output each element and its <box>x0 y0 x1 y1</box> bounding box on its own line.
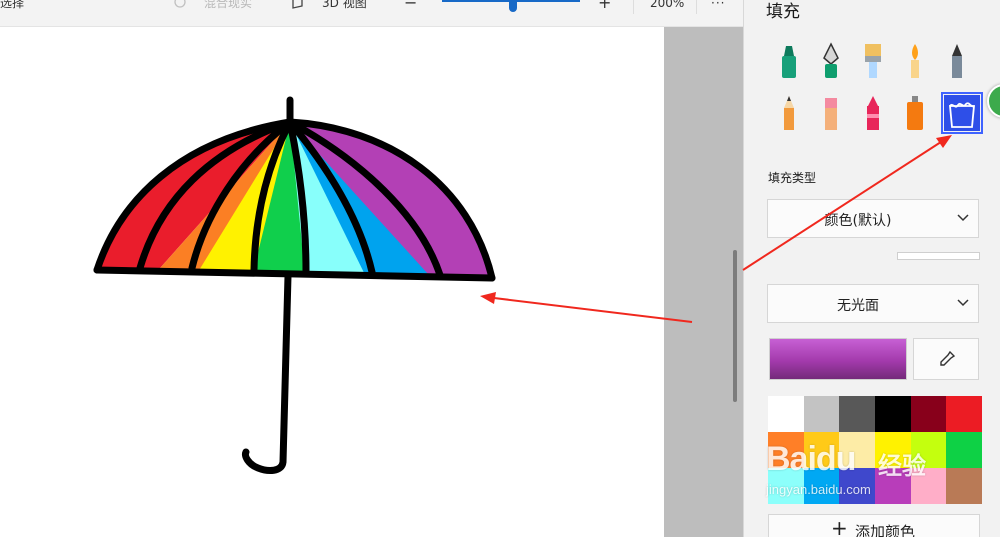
add-color-button[interactable]: + 添加颜色 <box>768 514 980 537</box>
zoom-value-box[interactable]: 200% <box>633 0 697 14</box>
finish-dropdown[interactable]: 无光面 <box>767 284 979 323</box>
baidu-watermark: Baidu 经验 jingyan.baidu.com <box>766 434 966 504</box>
zoom-value: 200% <box>650 0 685 10</box>
add-color-label: 添加颜色 <box>855 523 916 537</box>
color-swatch[interactable] <box>875 396 911 432</box>
watermark-logo: Baidu <box>766 440 856 478</box>
spray-can-button[interactable] <box>894 92 936 134</box>
crayon-button[interactable] <box>852 92 894 134</box>
pencil-icon <box>784 96 794 130</box>
oil-brush-button[interactable] <box>852 40 894 82</box>
select-button[interactable]: 选择 <box>0 0 24 12</box>
top-toolbar: 选择 混合现实 3D 视图 − + 200% ··· <box>0 0 743 27</box>
eraser-icon <box>825 98 837 130</box>
view-3d-icon <box>290 0 306 14</box>
watermark-url: jingyan.baidu.com <box>766 482 871 497</box>
pencil-button[interactable] <box>768 92 810 134</box>
pixel-pen-icon <box>952 44 962 78</box>
chevron-down-icon <box>957 214 969 222</box>
more-options-button[interactable]: ··· <box>711 0 725 12</box>
fill-type-label: 填充类型 <box>768 171 817 185</box>
zoom-out-button[interactable]: − <box>404 0 417 12</box>
color-swatch[interactable] <box>910 396 947 432</box>
color-swatch[interactable] <box>839 396 875 432</box>
panel-title: 填充 <box>766 2 800 22</box>
umbrella-outline <box>93 96 496 474</box>
fill-type-value: 颜色(默认) <box>824 213 892 229</box>
opacity-slider[interactable] <box>897 252 980 260</box>
marker-icon <box>782 46 796 78</box>
oil-brush-icon <box>865 44 881 78</box>
mixed-reality-button[interactable]: 混合现实 <box>204 0 252 12</box>
color-swatch[interactable] <box>803 396 840 432</box>
color-swatch[interactable] <box>946 396 982 432</box>
spray-can-icon <box>907 96 923 130</box>
chevron-down-icon <box>957 299 969 307</box>
zoom-slider-thumb[interactable] <box>509 0 517 12</box>
fill-type-dropdown[interactable]: 颜色(默认) <box>767 199 979 238</box>
vertical-scrollbar[interactable] <box>733 250 737 402</box>
eyedropper-icon <box>940 350 956 366</box>
watercolor-brush-button[interactable] <box>894 40 936 82</box>
plus-icon: + <box>831 516 848 537</box>
fill-bucket-button[interactable] <box>941 92 983 134</box>
pixel-pen-button[interactable] <box>936 40 978 82</box>
eraser-button[interactable] <box>810 92 852 134</box>
color-swatch[interactable] <box>768 396 804 432</box>
current-color-swatch[interactable] <box>769 338 907 380</box>
finish-value: 无光面 <box>837 298 879 314</box>
marker-brush-button[interactable] <box>768 40 810 82</box>
workspace-background <box>664 27 743 537</box>
fill-bucket-icon <box>944 95 980 131</box>
zoom-in-button[interactable]: + <box>598 0 611 12</box>
drawing-canvas[interactable] <box>0 27 664 537</box>
eyedropper-button[interactable] <box>913 338 979 380</box>
crayon-icon <box>867 96 879 130</box>
watermark-title: 经验 <box>878 452 926 480</box>
calligraphy-pen-button[interactable] <box>810 40 852 82</box>
view-3d-button[interactable]: 3D 视图 <box>322 0 367 12</box>
umbrella-drawing <box>93 96 496 474</box>
watercolor-brush-icon <box>911 44 919 78</box>
calligraphy-pen-icon <box>823 42 839 78</box>
mixed-reality-icon <box>172 0 188 14</box>
